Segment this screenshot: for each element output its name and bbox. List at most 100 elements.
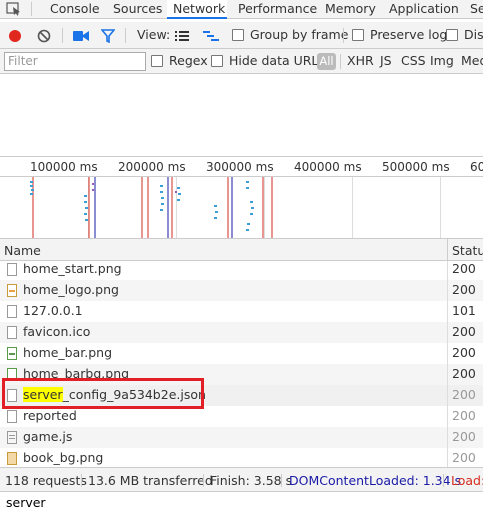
timeline-overview[interactable]: 100000 ms 200000 ms 300000 ms 400000 ms …: [0, 156, 483, 238]
regex-label: Regex: [169, 53, 208, 68]
tab-sources[interactable]: Sources: [113, 0, 162, 19]
network-request-list: home_start.png 200 home_logo.png 200 127…: [0, 261, 483, 467]
image-file-icon: [7, 452, 17, 465]
request-status: 101: [452, 303, 476, 318]
hide-data-urls-checkbox[interactable]: Hide data URLs: [211, 49, 325, 74]
network-grid-header: Name Status: [0, 238, 483, 262]
ruler-label: 60: [470, 160, 483, 174]
filter-all-button[interactable]: All: [317, 53, 336, 70]
table-row[interactable]: reported 200: [0, 406, 483, 427]
inspect-element-icon[interactable]: [6, 2, 22, 16]
filter-xhr[interactable]: XHR: [347, 49, 374, 74]
request-status: 200: [452, 324, 476, 339]
regex-checkbox[interactable]: Regex: [151, 49, 208, 74]
record-icon[interactable]: [8, 29, 22, 43]
checkbox-icon: [446, 29, 458, 41]
tab-performance[interactable]: Performance: [238, 0, 317, 19]
disable-cache-label: Disa: [464, 27, 483, 42]
column-divider: [447, 261, 448, 280]
checkbox-icon: [232, 29, 244, 41]
document-file-icon: [7, 410, 17, 423]
group-by-frame-checkbox[interactable]: Group by frame: [232, 22, 348, 49]
column-divider: [447, 364, 448, 385]
request-status: 200: [452, 282, 476, 297]
toolbar-separator: [125, 28, 126, 43]
request-status: 200: [452, 408, 476, 423]
image-file-icon: [7, 263, 17, 276]
filter-css[interactable]: CSS: [401, 49, 426, 74]
script-file-icon: [7, 431, 17, 444]
filter-img[interactable]: Img: [430, 49, 454, 74]
tab-network[interactable]: Network: [167, 0, 227, 19]
waterfall-icon[interactable]: [203, 30, 219, 42]
table-row[interactable]: home_start.png 200: [0, 261, 483, 280]
toolbar-separator: [343, 28, 344, 43]
image-file-icon: [7, 284, 17, 297]
filter-icon[interactable]: [101, 29, 115, 43]
request-status: 200: [452, 345, 476, 360]
table-row[interactable]: home_bar.png 200: [0, 343, 483, 364]
column-header-status[interactable]: Status: [452, 243, 483, 258]
video-camera-icon[interactable]: [73, 30, 89, 42]
tab-console[interactable]: Console: [50, 0, 100, 19]
filter-input[interactable]: Filter: [4, 52, 146, 71]
search-bar: server: [0, 492, 483, 512]
ruler-label: 100000 ms: [30, 160, 98, 174]
timeline-bars: [30, 177, 273, 238]
request-name: home_logo.png: [23, 282, 119, 297]
request-status: 200: [452, 366, 476, 381]
request-name: home_bar.png: [23, 345, 113, 360]
table-row[interactable]: home_logo.png 200: [0, 280, 483, 301]
column-divider: [447, 385, 448, 406]
summary-separator: [281, 474, 282, 487]
column-divider: [447, 427, 448, 448]
column-divider: [447, 448, 448, 467]
document-file-icon: [7, 305, 17, 318]
column-divider[interactable]: [447, 239, 448, 262]
table-row[interactable]: favicon.ico 200: [0, 322, 483, 343]
column-header-name[interactable]: Name: [4, 243, 41, 258]
request-name: book_bg.png: [23, 450, 104, 465]
column-divider: [447, 280, 448, 301]
preserve-log-checkbox[interactable]: Preserve log: [352, 22, 447, 49]
tab-memory[interactable]: Memory: [325, 0, 376, 19]
request-status: 200: [452, 450, 476, 465]
request-status: 200: [452, 261, 476, 276]
request-name: game.js: [23, 429, 73, 444]
summary-separator: [203, 474, 204, 487]
filter-bar: Filter Regex Hide data URLs All XHR JS C…: [0, 49, 483, 74]
hide-data-urls-label: Hide data URLs: [229, 53, 325, 68]
column-divider: [447, 406, 448, 427]
request-status: 200: [452, 429, 476, 444]
document-file-icon: [7, 326, 17, 339]
view-label: View:: [137, 27, 171, 42]
time-ruler: 100000 ms 200000 ms 300000 ms 400000 ms …: [0, 156, 483, 177]
large-rows-icon[interactable]: [175, 30, 189, 42]
clear-icon[interactable]: [37, 29, 51, 43]
column-divider: [447, 301, 448, 322]
finish-time: Finish: 3.58 s: [210, 473, 293, 488]
ruler-label: 400000 ms: [294, 160, 362, 174]
load-time: Load:: [451, 473, 483, 488]
disable-cache-checkbox[interactable]: Disa: [446, 22, 483, 49]
tab-application[interactable]: Application: [389, 0, 459, 19]
tab-security[interactable]: Se: [470, 0, 483, 19]
preserve-log-label: Preserve log: [370, 27, 448, 42]
request-name: home_start.png: [23, 261, 122, 276]
checkbox-icon: [211, 55, 223, 67]
request-name: reported: [23, 408, 77, 423]
tab-separator: [31, 2, 32, 16]
request-name: 127.0.0.1: [23, 303, 83, 318]
table-row[interactable]: 127.0.0.1 101: [0, 301, 483, 322]
search-input[interactable]: server: [4, 495, 479, 512]
request-count: 118 requests: [5, 473, 87, 488]
filter-media[interactable]: Med: [461, 49, 483, 74]
table-row[interactable]: game.js 200: [0, 427, 483, 448]
network-toolbar: View: Group by frame Preserve log Disa: [0, 22, 483, 49]
filter-js[interactable]: JS: [380, 49, 392, 74]
filter-separator: [340, 54, 341, 69]
request-name: favicon.ico: [23, 324, 91, 339]
summary-separator: [443, 474, 444, 487]
column-divider: [447, 322, 448, 343]
table-row[interactable]: book_bg.png 200: [0, 448, 483, 467]
